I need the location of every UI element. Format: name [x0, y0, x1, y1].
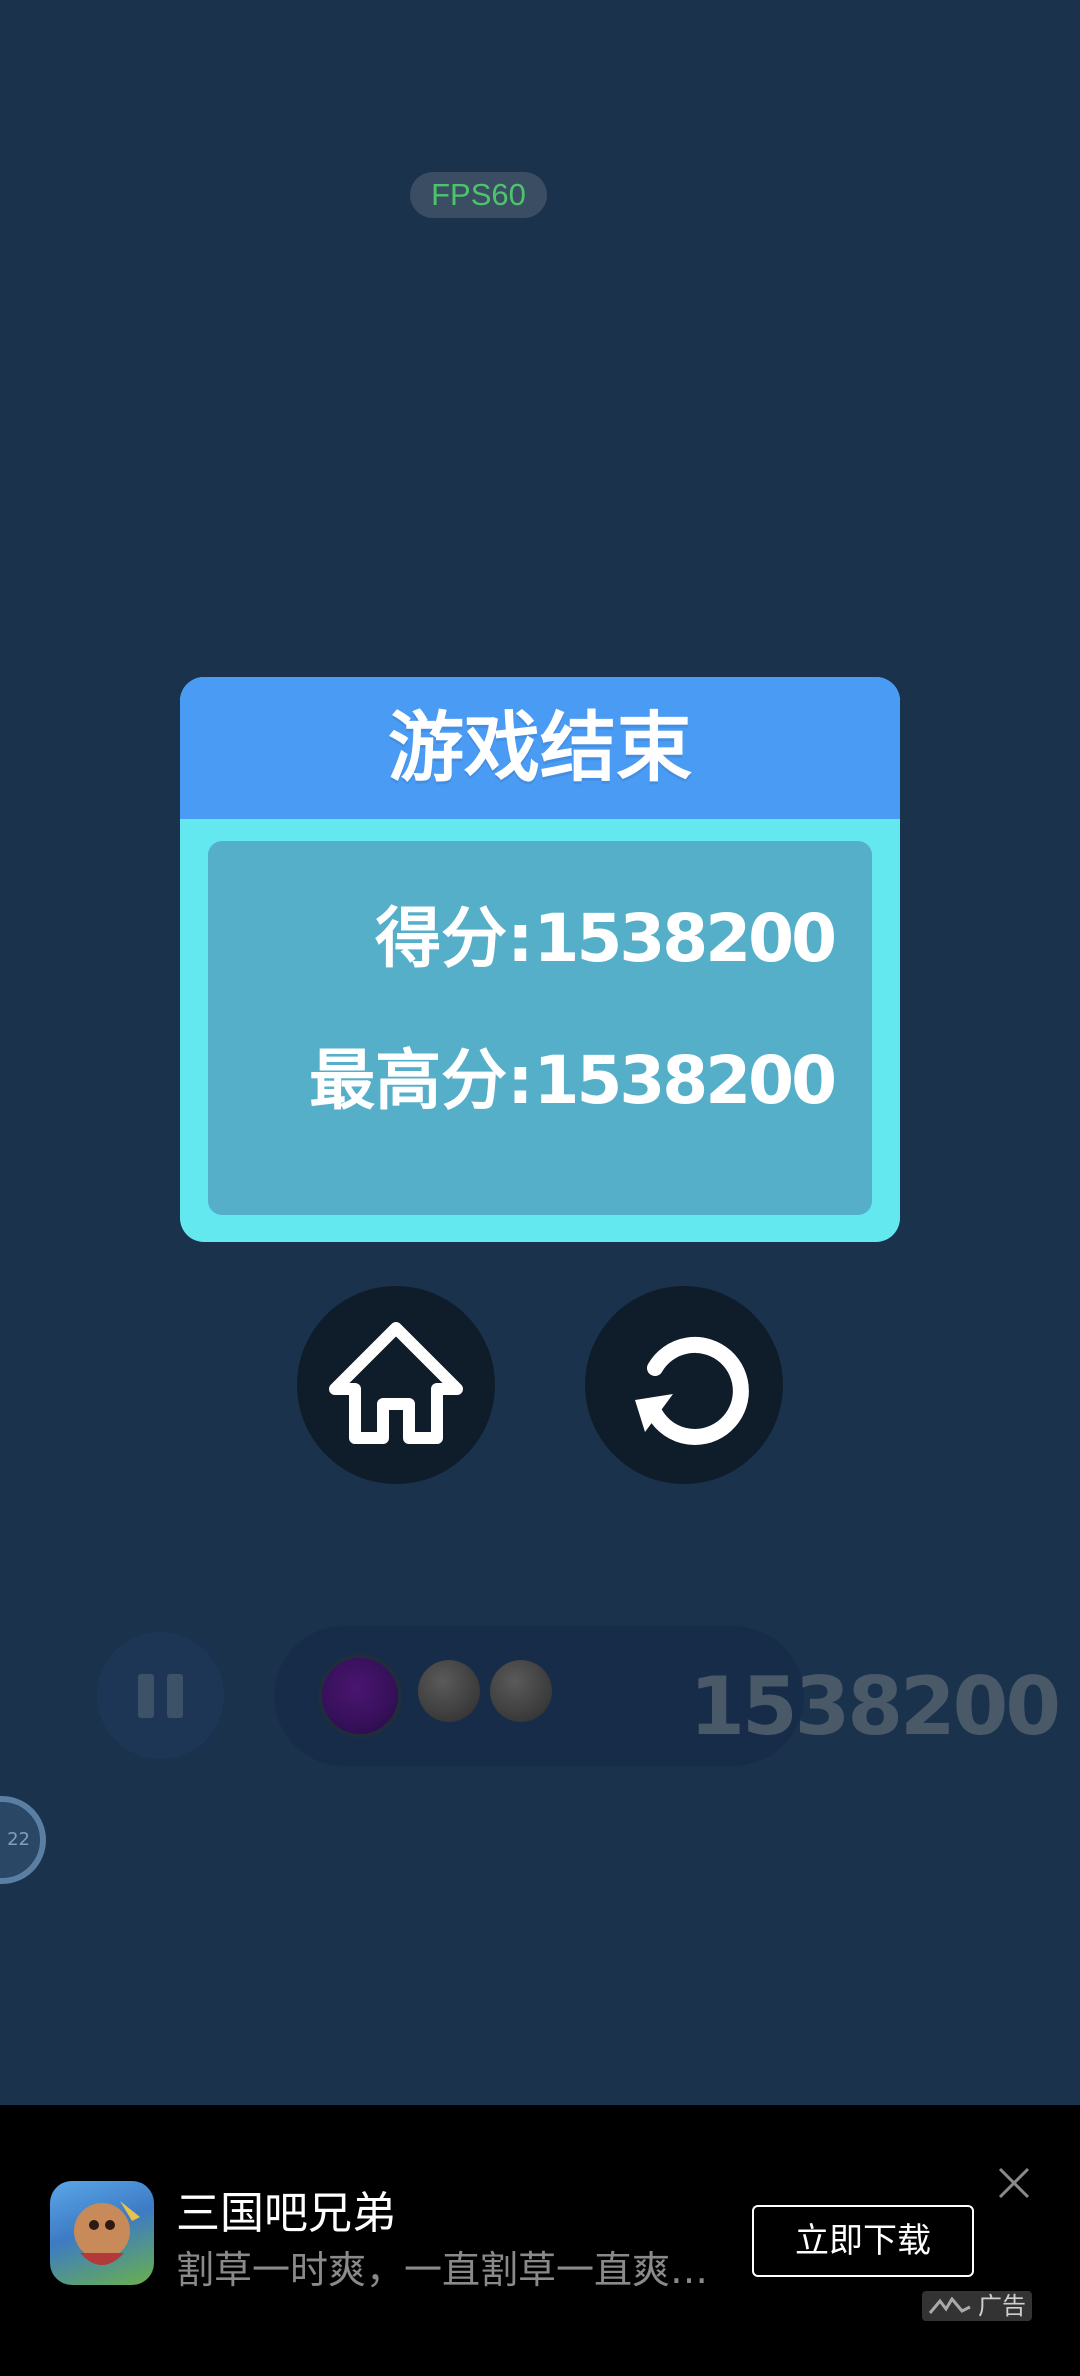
side-timer[interactable]: 22 — [0, 1796, 46, 1884]
current-ball — [322, 1658, 398, 1734]
score-row: 得分:1538200 — [375, 885, 837, 981]
restart-icon — [635, 1336, 749, 1445]
ad-tag-text: 广告 — [978, 2292, 1026, 2320]
best-score-label: 最高分: — [309, 1042, 534, 1119]
ad-banner[interactable]: 三国吧兄弟 割草一时爽，一直割草一直爽… 立即下载 广告 — [0, 2105, 1080, 2376]
dialog-title: 游戏结束 — [180, 677, 900, 819]
pause-button[interactable] — [97, 1632, 224, 1759]
best-score-row: 最高分:1538200 — [309, 1027, 837, 1123]
ad-label: 广告 — [922, 2291, 1032, 2321]
next-ball — [490, 1660, 552, 1722]
home-icon — [329, 1322, 463, 1444]
pause-icon-bar — [167, 1674, 183, 1718]
score-value: 1538200 — [533, 900, 837, 977]
download-button[interactable]: 立即下载 — [752, 2205, 974, 2277]
score-label: 得分: — [375, 900, 534, 977]
home-button[interactable] — [297, 1286, 495, 1484]
game-over-dialog: 游戏结束 得分:1538200 最高分:1538200 — [180, 677, 900, 1242]
best-score-value: 1538200 — [533, 1042, 837, 1119]
score-panel: 得分:1538200 最高分:1538200 — [208, 841, 872, 1215]
restart-button[interactable] — [585, 1286, 783, 1484]
game-screen: FPS60 1538200 22 游戏结束 得分:1538200 最高分:153… — [0, 0, 1080, 2376]
ad-app-icon[interactable] — [50, 2181, 154, 2285]
ad-network-icon — [928, 2297, 971, 2314]
next-ball — [418, 1660, 480, 1722]
hud-score: 1538200 — [689, 1660, 1061, 1753]
pause-icon — [138, 1674, 154, 1718]
ad-title[interactable]: 三国吧兄弟 — [176, 2177, 396, 2241]
ad-description[interactable]: 割草一时爽，一直割草一直爽… — [176, 2239, 746, 2294]
close-icon[interactable] — [996, 2165, 1032, 2201]
